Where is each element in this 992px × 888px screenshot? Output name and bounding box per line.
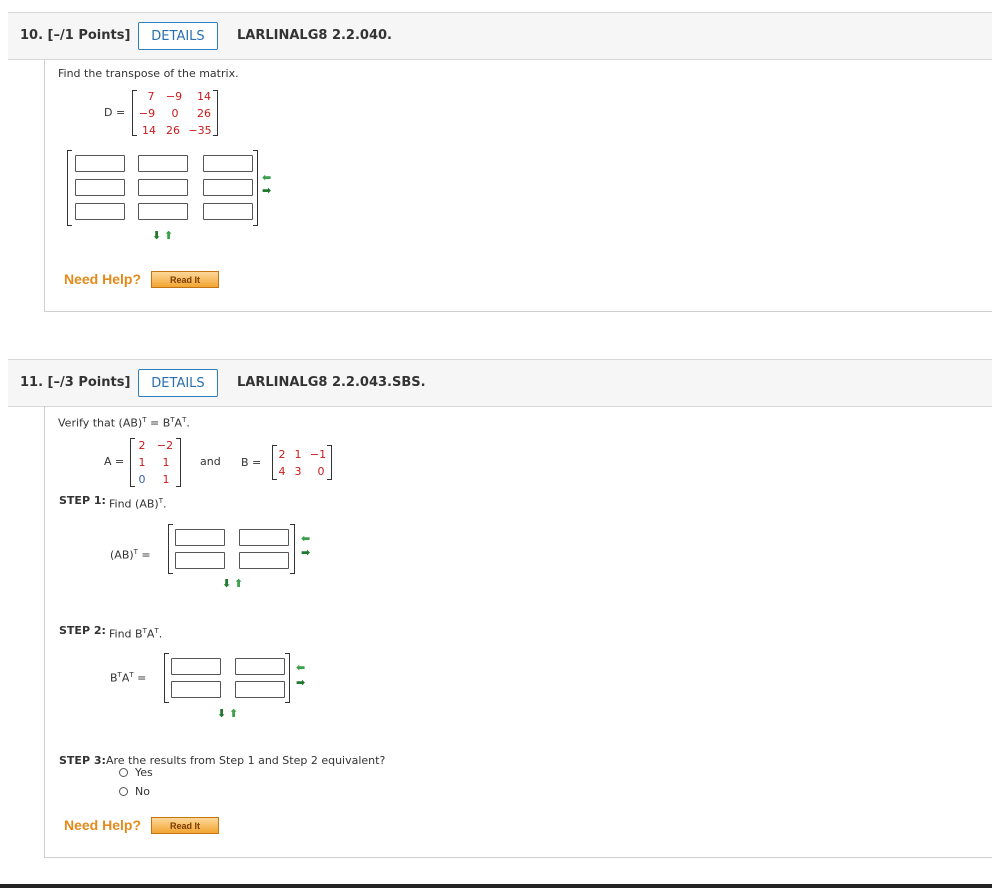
step-1-remove-column-arrow-icon[interactable]: ⬅ (301, 533, 310, 544)
step-2-lhs: BTAT = (110, 671, 147, 685)
question-10-number: 10. [–/1 Points] (20, 28, 131, 43)
answer-input-r1c3[interactable] (203, 155, 253, 172)
answer-input-r3c1[interactable] (75, 203, 125, 220)
question-10-need-help: Need Help? (64, 271, 142, 287)
step-1-add-row-arrow-icon[interactable]: ⬇ (222, 578, 231, 589)
answer-input-r2c3[interactable] (203, 179, 253, 196)
question-11-need-help: Need Help? (64, 817, 142, 833)
step-1-matrix-left-bracket (168, 524, 173, 574)
step-2-text: Find BTAT. (109, 627, 163, 641)
remove-row-arrow-icon[interactable]: ⬆ (164, 230, 173, 241)
question-11-prompt: Verify that (AB)T = BTAT. (58, 416, 190, 430)
answer-input-r3c3[interactable] (203, 203, 253, 220)
and-text: and (200, 455, 221, 468)
answer-matrix-left-bracket (67, 150, 72, 226)
step-1-text: Find (AB)T. (109, 497, 167, 511)
step-2-input-r1c1[interactable] (171, 658, 221, 675)
answer-input-r3c2[interactable] (138, 203, 188, 220)
matrix-b-label: B = (241, 456, 262, 469)
add-row-arrow-icon[interactable]: ⬇ (152, 230, 161, 241)
add-column-arrow-icon[interactable]: ➡ (262, 185, 271, 196)
matrix-d-cell: 26 (197, 107, 211, 120)
matrix-b-cell: 3 (294, 465, 302, 478)
step-2-input-r1c2[interactable] (235, 658, 285, 675)
step-1-lhs: (AB)T = (110, 548, 151, 562)
question-10-details-button[interactable]: DETAILS (138, 22, 218, 50)
step-1-matrix-right-bracket (290, 524, 295, 574)
answer-input-r2c1[interactable] (75, 179, 125, 196)
matrix-a-cell: −2 (156, 439, 174, 452)
step-3-label: STEP 3: (59, 754, 106, 767)
radio-yes[interactable] (119, 768, 128, 777)
question-11-number: 11. [–/3 Points] (20, 375, 131, 390)
matrix-d-cell: −9 (138, 107, 156, 120)
matrix-d-cell: −35 (188, 124, 212, 137)
step-2-matrix-left-bracket (164, 653, 169, 703)
matrix-d-cell: 26 (166, 124, 180, 137)
step-2-remove-column-arrow-icon[interactable]: ⬅ (296, 662, 305, 673)
radio-no[interactable] (119, 787, 128, 796)
option-yes-label: Yes (135, 766, 153, 779)
question-10-prompt: Find the transpose of the matrix. (58, 67, 239, 80)
matrix-d-label: D = (104, 106, 126, 119)
question-11-id: LARLINALG8 2.2.043.SBS. (237, 375, 426, 390)
step-2-input-r2c2[interactable] (235, 681, 285, 698)
question-11-read-it-button[interactable]: Read It (151, 817, 219, 834)
matrix-a-cell: 1 (162, 456, 170, 469)
step-1-remove-row-arrow-icon[interactable]: ⬆ (234, 578, 243, 589)
step-2-add-column-arrow-icon[interactable]: ➡ (296, 677, 305, 688)
question-11-header: 11. [–/3 Points] DETAILS LARLINALG8 2.2.… (8, 359, 992, 407)
step-2-remove-row-arrow-icon[interactable]: ⬆ (229, 708, 238, 719)
answer-input-r1c1[interactable] (75, 155, 125, 172)
matrix-d-cell: 0 (171, 107, 179, 120)
answer-matrix-right-bracket (253, 150, 258, 226)
answer-input-r2c2[interactable] (138, 179, 188, 196)
remove-column-arrow-icon[interactable]: ⬅ (262, 172, 271, 183)
matrix-b-cell: 0 (317, 465, 325, 478)
question-10-header: 10. [–/1 Points] DETAILS LARLINALG8 2.2.… (8, 12, 992, 60)
question-10-read-it-button[interactable]: Read It (151, 271, 219, 288)
step-2-input-r2c1[interactable] (171, 681, 221, 698)
matrix-a-label: A = (104, 455, 125, 468)
step-1-add-column-arrow-icon[interactable]: ➡ (301, 547, 310, 558)
option-no-label: No (135, 785, 150, 798)
step-1-label: STEP 1: (59, 494, 106, 507)
question-11-body (44, 406, 992, 858)
matrix-b-cell: −1 (309, 448, 327, 461)
question-11-details-button[interactable]: DETAILS (138, 369, 218, 397)
matrix-a-cell: 1 (162, 473, 170, 486)
step-1-input-r1c2[interactable] (239, 529, 289, 546)
question-10-id: LARLINALG8 2.2.040. (237, 28, 392, 43)
step-1-input-r2c2[interactable] (239, 552, 289, 569)
bottom-bar (0, 884, 992, 888)
step-1-input-r2c1[interactable] (175, 552, 225, 569)
matrix-d-cell: 14 (197, 90, 211, 103)
step-2-add-row-arrow-icon[interactable]: ⬇ (217, 708, 226, 719)
step-2-label: STEP 2: (59, 624, 106, 637)
step-1-input-r1c1[interactable] (175, 529, 225, 546)
matrix-d-cell: −9 (165, 90, 183, 103)
answer-input-r1c2[interactable] (138, 155, 188, 172)
step-2-matrix-right-bracket (285, 653, 290, 703)
